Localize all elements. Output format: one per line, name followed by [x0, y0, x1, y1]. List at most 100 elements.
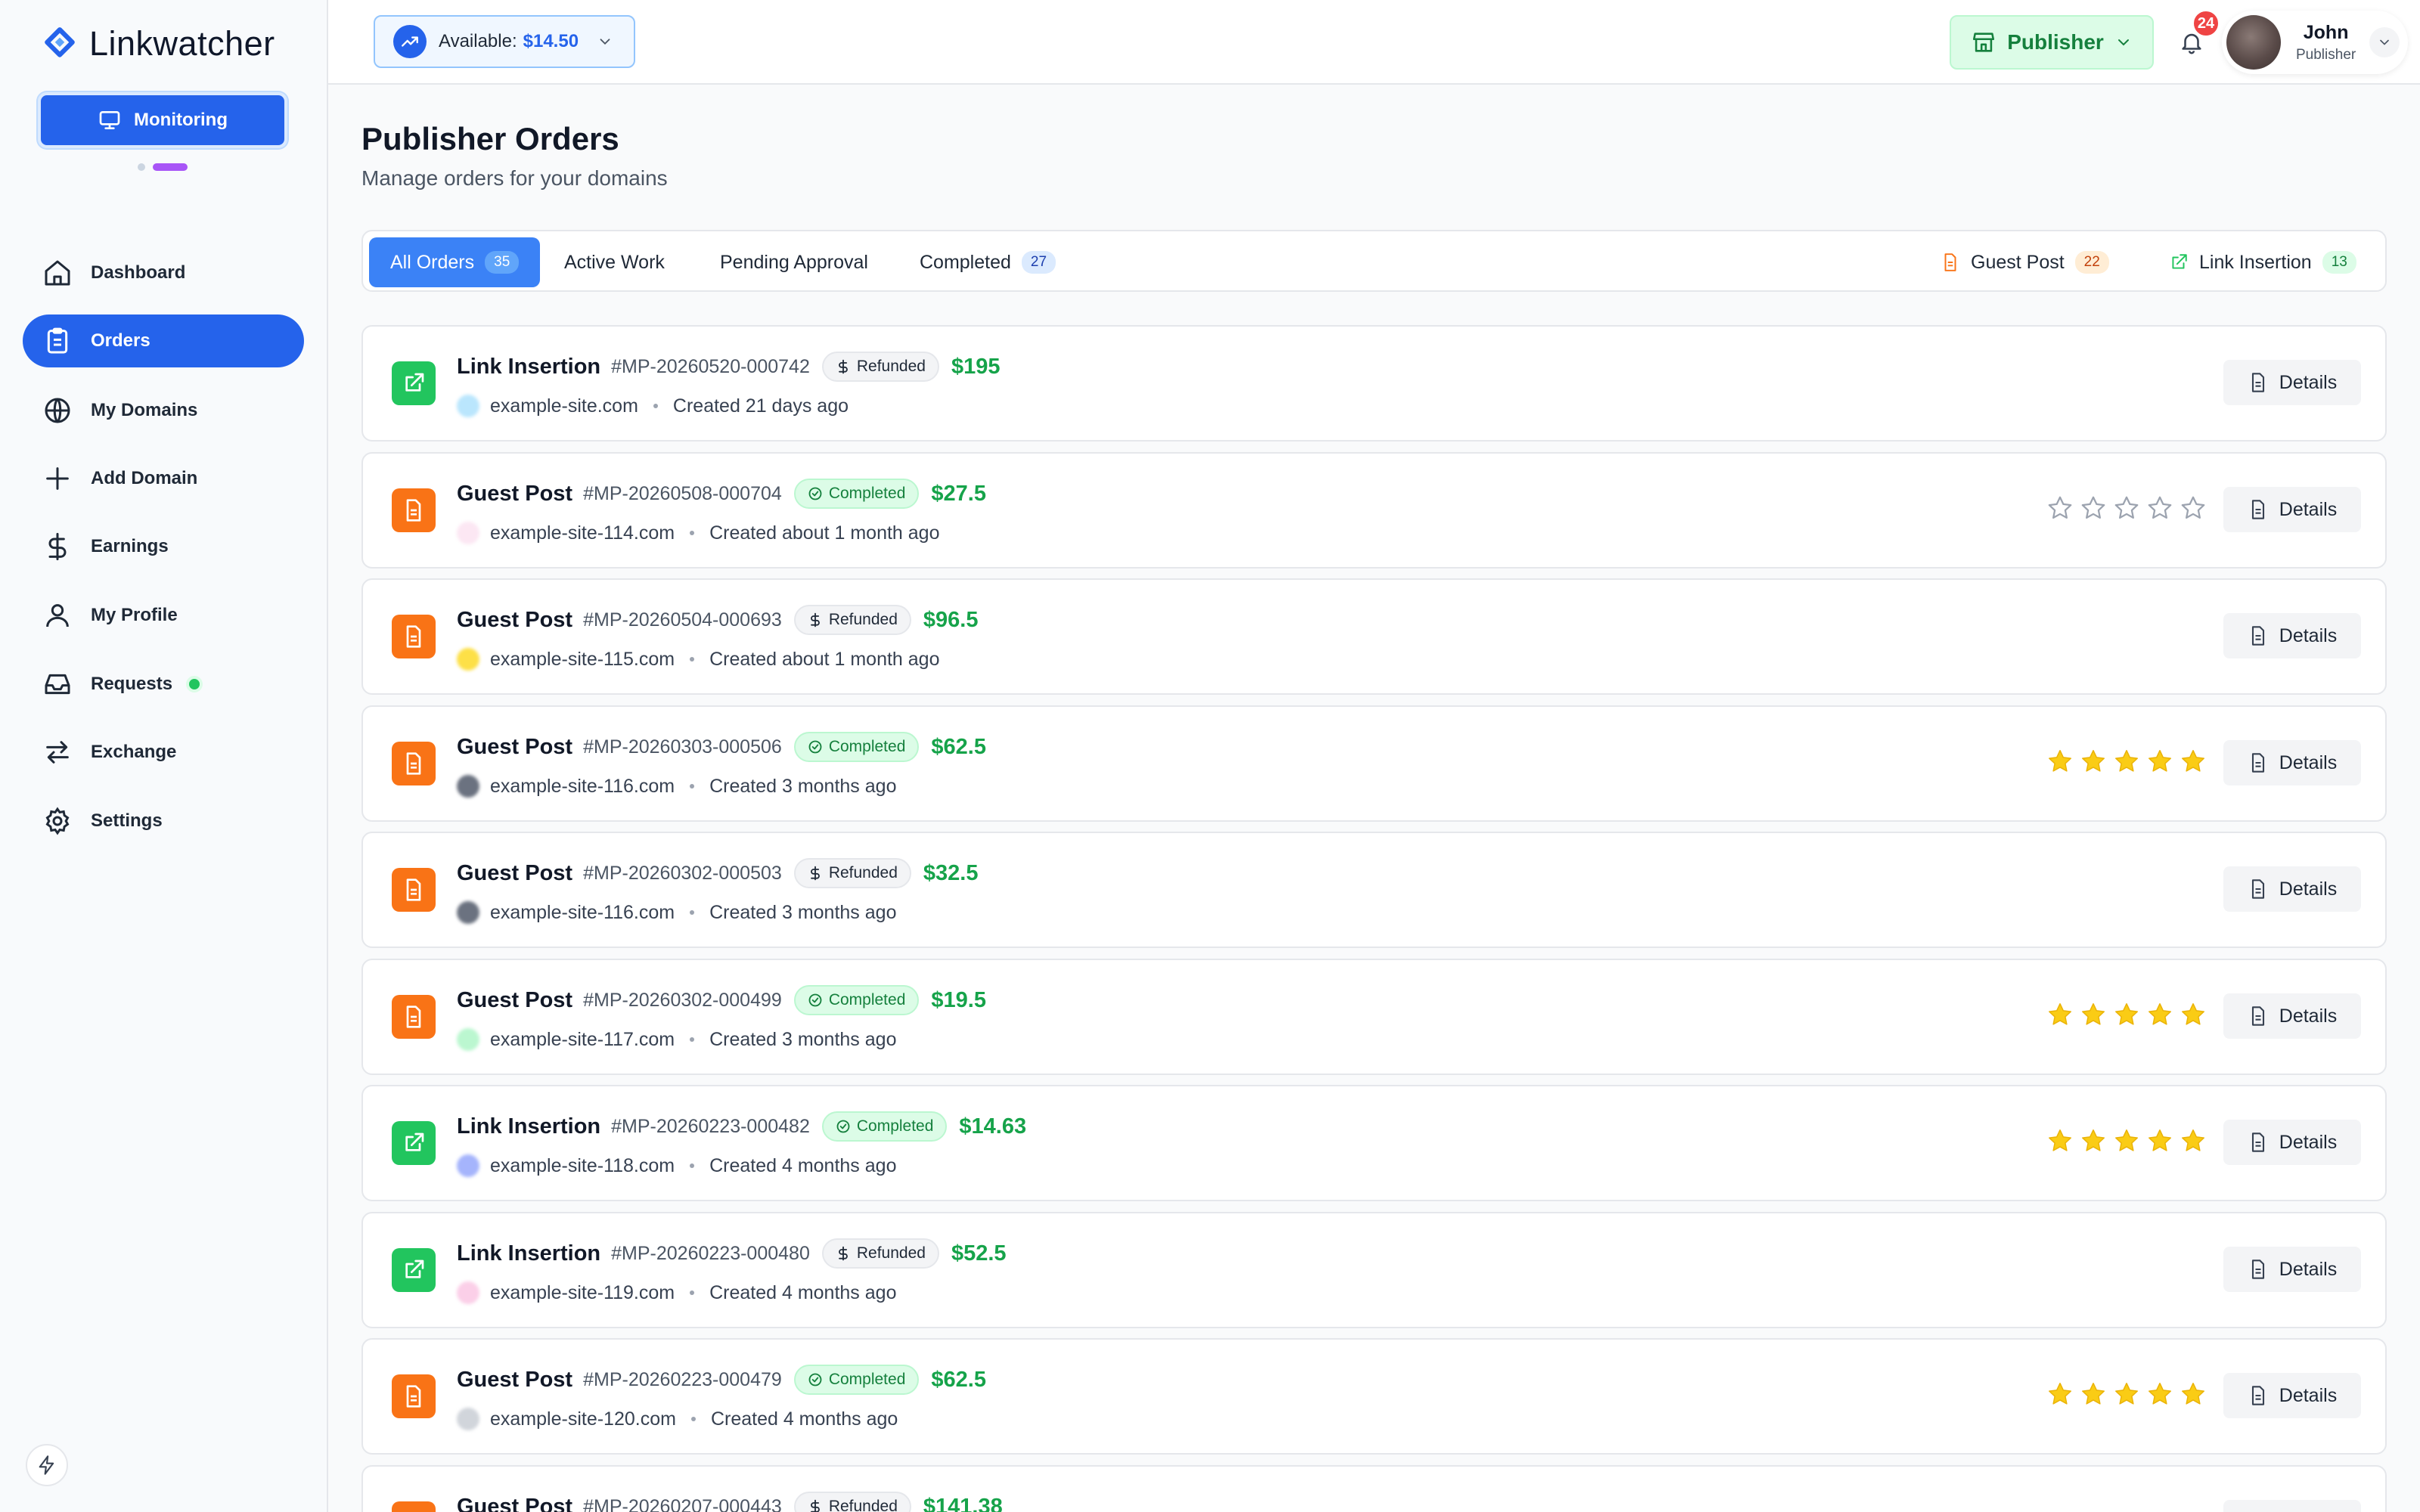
order-card[interactable]: Guest Post #MP-20260302-000503 Refunded … — [361, 832, 2387, 948]
tab-active-work[interactable]: Active Work — [543, 237, 686, 287]
order-header: Link Insertion #MP-20260223-000482 Compl… — [457, 1111, 1026, 1142]
gear-icon — [45, 807, 70, 835]
quick-action-button[interactable] — [26, 1444, 68, 1486]
details-button[interactable]: Details — [2223, 613, 2361, 658]
order-price: $62.5 — [931, 734, 986, 759]
user-menu[interactable]: John Publisher — [2222, 11, 2408, 74]
filter-guest-post[interactable]: Guest Post 22 — [1919, 237, 2130, 287]
sidebar-item-orders[interactable]: Orders — [23, 314, 304, 367]
star-filled-icon[interactable] — [2046, 1001, 2074, 1028]
notifications-count-badge: 24 — [2192, 9, 2220, 38]
rating-stars[interactable] — [2046, 1127, 2207, 1154]
order-card[interactable]: Guest Post #MP-20260207-000443 Refunded … — [361, 1465, 2387, 1512]
brand-logo[interactable]: Linkwatcher — [41, 23, 275, 65]
exchange-icon — [46, 741, 69, 764]
sidebar-item-requests[interactable]: Requests — [23, 658, 304, 711]
details-button[interactable]: Details — [2223, 360, 2361, 405]
order-domain: example-site-115.com — [490, 648, 675, 670]
details-label: Details — [2279, 1384, 2338, 1406]
star-filled-icon[interactable] — [2180, 1001, 2207, 1028]
order-header: Link Insertion #MP-20260520-000742 Refun… — [457, 351, 1000, 383]
star-filled-icon[interactable] — [2080, 748, 2107, 775]
linkwatcher-logo-icon — [45, 27, 75, 57]
star-filled-icon[interactable] — [2146, 1127, 2173, 1154]
separator-dot — [690, 1163, 695, 1168]
tab-completed[interactable]: Completed 27 — [898, 237, 1077, 287]
star-filled-icon[interactable] — [2113, 1127, 2140, 1154]
star-filled-icon[interactable] — [2180, 1127, 2207, 1154]
star-empty-icon[interactable] — [2146, 494, 2173, 522]
star-filled-icon[interactable] — [2146, 1001, 2173, 1028]
status-badge: Completed — [793, 479, 920, 509]
star-filled-icon[interactable] — [2180, 748, 2207, 775]
order-card[interactable]: Guest Post #MP-20260223-000479 Completed… — [361, 1338, 2387, 1455]
sidebar-item-my-profile[interactable]: My Profile — [23, 589, 304, 642]
order-card[interactable]: Guest Post #MP-20260508-000704 Completed… — [361, 452, 2387, 569]
order-card[interactable]: Guest Post #MP-20260504-000693 Refunded … — [361, 578, 2387, 695]
rating-stars[interactable] — [2046, 494, 2207, 522]
star-empty-icon[interactable] — [2113, 494, 2140, 522]
sidebar-item-add-domain[interactable]: Add Domain — [23, 452, 304, 505]
star-filled-icon[interactable] — [2046, 1127, 2074, 1154]
star-filled-icon[interactable] — [2080, 1380, 2107, 1408]
external-link-icon — [392, 361, 436, 405]
sidebar-item-earnings[interactable]: Earnings — [23, 520, 304, 573]
status-badge: Completed — [793, 985, 920, 1015]
sidebar-item-my-domains[interactable]: My Domains — [23, 384, 304, 437]
monitoring-button[interactable]: Monitoring — [38, 92, 287, 148]
details-button[interactable]: Details — [2223, 1373, 2361, 1418]
check-circle-icon — [808, 993, 823, 1008]
star-empty-icon[interactable] — [2046, 494, 2074, 522]
details-button[interactable]: Details — [2223, 1247, 2361, 1292]
star-filled-icon[interactable] — [2146, 1380, 2173, 1408]
order-card[interactable]: Guest Post #MP-20260303-000506 Completed… — [361, 705, 2387, 822]
star-filled-icon[interactable] — [2113, 1380, 2140, 1408]
rating-stars[interactable] — [2046, 1001, 2207, 1028]
sidebar-item-label: Add Domain — [91, 468, 198, 488]
star-filled-icon[interactable] — [2146, 748, 2173, 775]
filter-link-insertion[interactable]: Link Insertion 13 — [2148, 237, 2378, 287]
order-created: Created 4 months ago — [709, 1281, 897, 1303]
details-button[interactable]: Details — [2223, 740, 2361, 785]
details-label: Details — [2279, 371, 2338, 393]
star-filled-icon[interactable] — [2113, 748, 2140, 775]
rating-stars[interactable] — [2046, 748, 2207, 775]
order-card[interactable]: Link Insertion #MP-20260223-000480 Refun… — [361, 1212, 2387, 1328]
details-button[interactable]: Details — [2223, 1500, 2361, 1512]
sidebar-item-exchange[interactable]: Exchange — [23, 726, 304, 779]
sidebar-item-settings[interactable]: Settings — [23, 795, 304, 847]
star-filled-icon[interactable] — [2080, 1001, 2107, 1028]
status-badge: Refunded — [793, 858, 911, 888]
star-filled-icon[interactable] — [2113, 1001, 2140, 1028]
document-icon — [392, 868, 436, 912]
document-icon — [1944, 253, 1956, 271]
balance-dropdown[interactable]: Available: $14.50 — [374, 15, 635, 68]
carousel-dot[interactable] — [138, 163, 145, 171]
sidebar-item-dashboard[interactable]: Dashboard — [23, 246, 304, 299]
rating-stars[interactable] — [2046, 1380, 2207, 1408]
star-filled-icon[interactable] — [2046, 748, 2074, 775]
external-link-icon — [392, 1248, 436, 1292]
details-button[interactable]: Details — [2223, 993, 2361, 1039]
domain-favicon — [457, 1028, 479, 1051]
star-empty-icon[interactable] — [2080, 494, 2107, 522]
tab-all-orders[interactable]: All Orders 35 — [369, 237, 541, 287]
carousel-dot-active[interactable] — [153, 163, 188, 171]
order-card[interactable]: Guest Post #MP-20260302-000499 Completed… — [361, 959, 2387, 1075]
file-text-icon — [2248, 1259, 2269, 1280]
order-created: Created 3 months ago — [709, 775, 897, 797]
order-card[interactable]: Link Insertion #MP-20260223-000482 Compl… — [361, 1085, 2387, 1201]
tab-pending-approval[interactable]: Pending Approval — [699, 237, 889, 287]
details-button[interactable]: Details — [2223, 1120, 2361, 1165]
details-button[interactable]: Details — [2223, 487, 2361, 532]
role-switcher-button[interactable]: Publisher — [1950, 15, 2154, 70]
order-card[interactable]: Link Insertion #MP-20260520-000742 Refun… — [361, 325, 2387, 442]
star-filled-icon[interactable] — [2080, 1127, 2107, 1154]
file-text-icon — [2248, 878, 2269, 900]
document-icon — [392, 995, 436, 1039]
star-empty-icon[interactable] — [2180, 494, 2207, 522]
star-filled-icon[interactable] — [2046, 1380, 2074, 1408]
details-button[interactable]: Details — [2223, 866, 2361, 912]
filter-label: Guest Post — [1971, 251, 2065, 273]
star-filled-icon[interactable] — [2180, 1380, 2207, 1408]
